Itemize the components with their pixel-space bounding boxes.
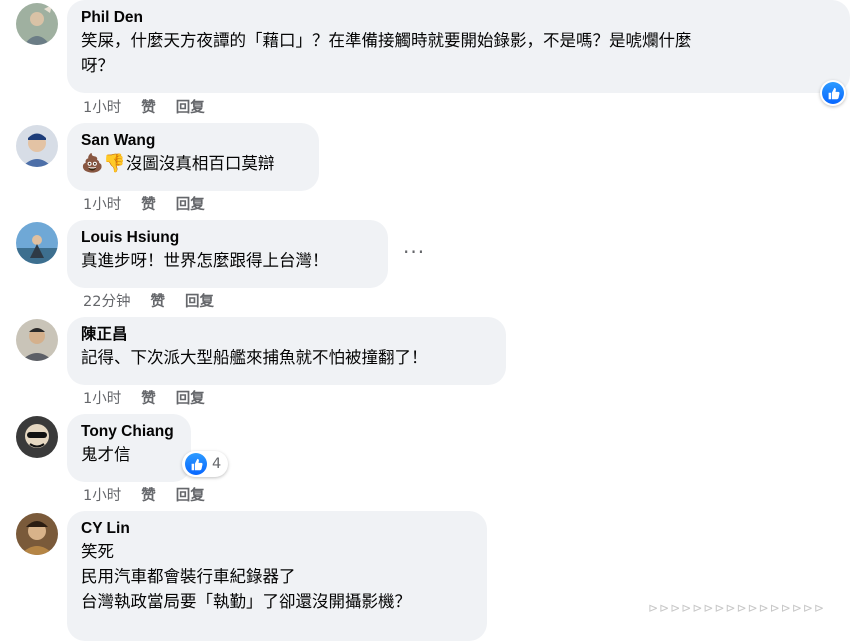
avatar[interactable] [16,3,58,45]
comment-actions: 1小时 赞 回复 [83,387,205,407]
comment-text: 民用汽車都會裝行車紀錄器了 [81,567,296,586]
thumbs-down-icon: 👎 [103,153,126,174]
thumbs-up-icon [185,453,207,475]
avatar[interactable] [16,319,58,361]
comment-text: 記得、下次派大型船艦來捕魚就不怕被撞翻了！ [81,348,428,367]
comment-bubble: Tony Chiang 鬼才信 [67,414,191,482]
like-button[interactable]: 赞 [150,290,165,311]
comment-text: 笑屎，什麼天方夜譚的「藉口」？在準備接觸時就要開始錄影，不是嗎？是唬爛什麼 [81,31,692,50]
reply-button[interactable]: 回复 [176,387,205,408]
avatar[interactable] [16,416,58,458]
more-options-icon[interactable]: ··· [403,240,425,264]
comment-actions: 1小时 赞 回复 [83,484,205,504]
comment-text: 💩👎沒圖沒真相百口莫辯 [81,151,307,176]
comment-author[interactable]: Tony Chiang [81,422,179,442]
comment-bubble: 陳正昌 記得、下次派大型船艦來捕魚就不怕被撞翻了！ [67,317,506,385]
comment-text-body: 沒圖沒真相百口莫辯 [125,154,275,173]
like-button[interactable]: 赞 [141,193,156,214]
comment-text: 真進步呀！世界怎麼跟得上台灣！ [81,251,329,270]
comment-bubble: San Wang 💩👎沒圖沒真相百口莫辯 [67,123,319,191]
timestamp[interactable]: 1小时 [83,387,121,408]
timestamp[interactable]: 1小时 [83,96,121,117]
comment-actions: 22分钟 赞 回复 [83,290,214,310]
avatar[interactable] [16,222,58,264]
comment-author[interactable]: 陳正昌 [81,325,494,345]
comment-text: 台灣執政當局要「執勤」了卻還沒開攝影機？ [81,592,411,611]
reaction-badge[interactable] [820,80,846,106]
comment-author[interactable]: Phil Den [81,8,838,28]
comment-text: 鬼才信 [81,445,131,464]
timestamp[interactable]: 22分钟 [83,290,130,311]
comment-text: 呀？ [81,56,114,75]
comment-bubble: CY Lin 笑死 民用汽車都會裝行車紀錄器了 台灣執政當局要「執勤」了卻還沒開… [67,511,487,641]
comment-author[interactable]: Louis Hsiung [81,228,376,248]
reply-button[interactable]: 回复 [176,484,205,505]
timestamp[interactable]: 1小时 [83,484,121,505]
reply-button[interactable]: 回复 [176,193,205,214]
like-button[interactable]: 赞 [141,96,156,117]
like-button[interactable]: 赞 [141,484,156,505]
like-button[interactable]: 赞 [141,387,156,408]
reply-button[interactable]: 回复 [176,96,205,117]
avatar[interactable] [16,125,58,167]
timestamp[interactable]: 1小时 [83,193,121,214]
watermark: ⊳⊳⊳⊳⊳⊳⊳⊳⊳⊳⊳⊳⊳⊳⊳⊳ [648,601,825,615]
comment-actions: 1小时 赞 回复 [83,193,205,213]
reaction-count: 4 [212,456,222,472]
avatar[interactable] [16,513,58,555]
comment-author[interactable]: CY Lin [81,519,475,539]
reaction-badge[interactable]: 4 [182,451,229,477]
comment-text: 笑死 [81,542,114,561]
comment-actions: 1小时 赞 回复 [83,96,205,116]
reply-button[interactable]: 回复 [185,290,214,311]
poop-icon: 💩 [81,153,104,174]
comment-bubble: Phil Den 笑屎，什麼天方夜譚的「藉口」？在準備接觸時就要開始錄影，不是嗎… [67,0,850,93]
thumbs-up-icon [822,82,844,104]
comment-bubble: Louis Hsiung 真進步呀！世界怎麼跟得上台灣！ [67,220,388,288]
comment-author[interactable]: San Wang [81,131,307,151]
